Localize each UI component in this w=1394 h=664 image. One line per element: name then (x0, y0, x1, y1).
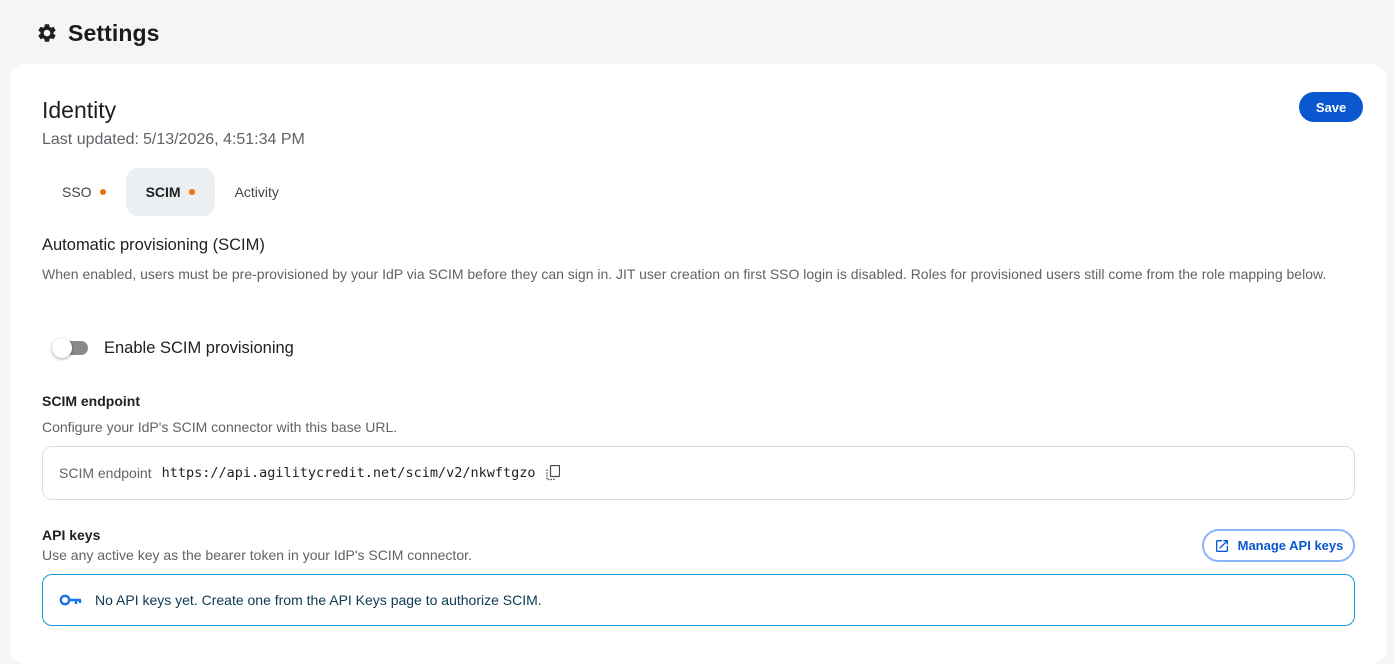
last-updated: Last updated: 5/13/2026, 4:51:34 PM (42, 131, 305, 149)
endpoint-url[interactable]: https://api.agilitycredit.net/scim/v2/nk… (162, 465, 536, 481)
toggle-thumb (52, 338, 72, 358)
endpoint-box: SCIM endpoint https://api.agilitycredit.… (42, 446, 1355, 500)
tab-label: Activity (234, 184, 279, 200)
provisioning-title: Automatic provisioning (SCIM) (42, 236, 265, 254)
last-updated-label: Last updated: (42, 131, 139, 148)
provisioning-description: When enabled, users must be pre-provisio… (42, 266, 1327, 282)
external-link-icon (1215, 539, 1228, 552)
status-dot (99, 189, 106, 195)
last-updated-value: 5/13/2026, 4:51:34 PM (142, 131, 305, 148)
tab-label: SCIM (145, 184, 181, 200)
api-keys-title: API keys (42, 527, 101, 543)
tab-activity[interactable]: Activity (215, 168, 299, 216)
manage-api-keys-button[interactable]: Manage API keys (1202, 529, 1355, 562)
api-keys-description: Use any active key as the bearer token i… (42, 547, 472, 563)
scim-toggle[interactable] (52, 337, 88, 359)
endpoint-label: SCIM endpoint (59, 465, 152, 481)
page-title: Settings (68, 19, 160, 46)
tab-scim[interactable]: SCIM (125, 168, 215, 216)
endpoint-description: Configure your IdP's SCIM connector with… (42, 419, 398, 435)
status-dot (188, 189, 195, 195)
identity-card: Identity Last updated: 5/13/2026, 4:51:34… (10, 64, 1386, 664)
key-icon (59, 594, 82, 606)
gear-icon (38, 24, 56, 42)
toggle-label: Enable SCIM provisioning (104, 338, 294, 357)
api-keys-empty-alert: No API keys yet. Create one from the API… (42, 574, 1355, 626)
scim-toggle-row: Enable SCIM provisioning (52, 337, 294, 359)
tab-label: SSO (62, 184, 92, 200)
api-keys-empty-message: No API keys yet. Create one from the API… (95, 592, 542, 608)
section-title: Identity (42, 97, 117, 123)
manage-api-keys-label: Manage API keys (1237, 538, 1344, 553)
save-button[interactable]: Save (1299, 92, 1363, 122)
copy-icon[interactable] (545, 464, 561, 482)
page-header: Settings (36, 19, 160, 47)
tab-sso[interactable]: SSO (42, 168, 126, 216)
tab-bar: SSO SCIM Activity (42, 168, 299, 216)
endpoint-title: SCIM endpoint (42, 393, 140, 409)
